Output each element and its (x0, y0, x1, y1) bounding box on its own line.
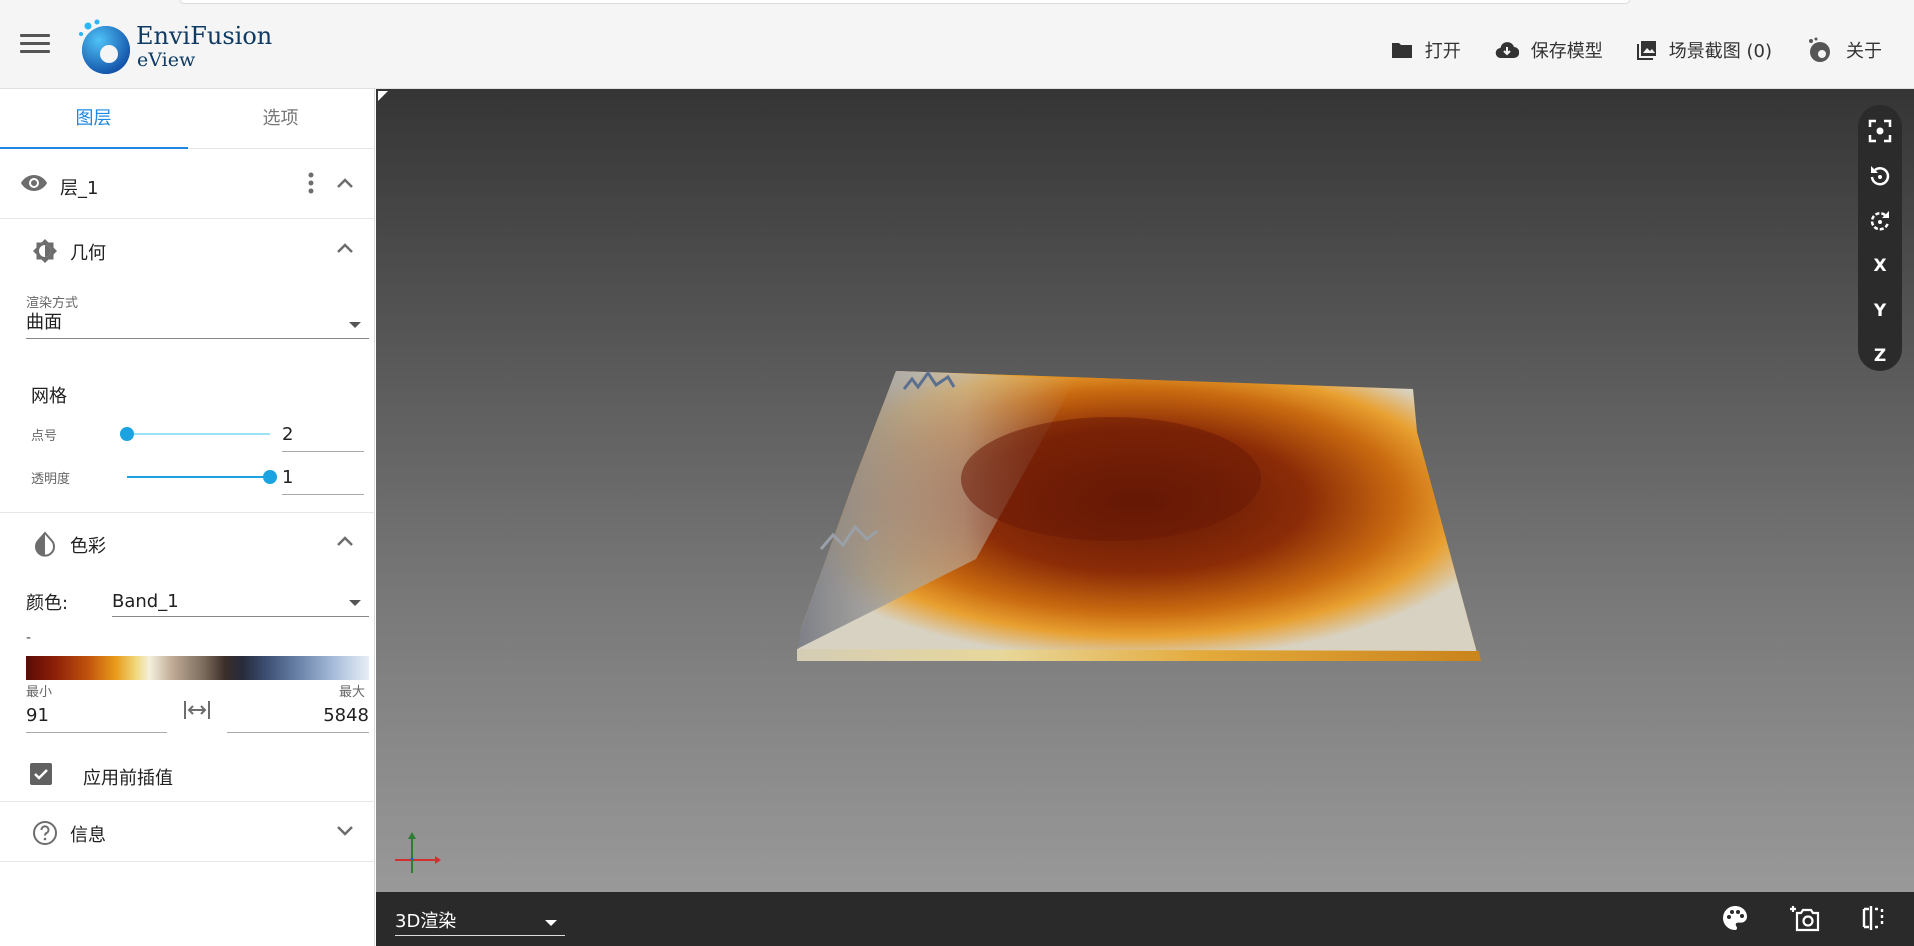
slider-thumb[interactable] (120, 427, 134, 441)
info-section-header[interactable]: 信息 (0, 802, 375, 862)
layer-name: 层_1 (60, 178, 99, 199)
fit-view-button[interactable] (1858, 111, 1902, 151)
point-size-input[interactable]: 2 (282, 424, 364, 452)
chevron-up-icon[interactable] (334, 173, 356, 193)
chevron-up-icon[interactable] (334, 238, 356, 258)
app-bar: EnviFusion eView 打开 保存模型 场景截图 (0) 关于 (0, 0, 1914, 89)
view-x-button[interactable]: X (1858, 246, 1902, 286)
eye-icon[interactable] (20, 173, 48, 193)
color-section-header[interactable]: 色彩 (0, 513, 375, 573)
envifusion-logo (79, 19, 130, 74)
dropdown-caret-icon (349, 600, 361, 606)
slider-thumb[interactable] (263, 470, 277, 484)
render-mode-value: 曲面 (26, 312, 62, 333)
view-toolbar: X Y Z (1858, 105, 1902, 371)
slider-track (127, 433, 270, 435)
info-title: 信息 (70, 825, 106, 846)
opacity-label: 透明度 (31, 472, 71, 487)
render-mode-select[interactable]: 曲面 (26, 307, 369, 339)
brightness-icon (33, 239, 57, 263)
axis-gizmo-icon (395, 832, 441, 873)
about-logo-icon (1809, 37, 1830, 62)
min-label: 最小 (26, 685, 53, 700)
about-label: 关于 (1846, 41, 1882, 62)
max-value-input[interactable]: 5848 (227, 705, 369, 733)
colormap-gradient[interactable] (26, 656, 369, 680)
section-divider (0, 861, 375, 862)
check-icon (34, 769, 48, 780)
open-label: 打开 (1424, 41, 1461, 62)
geometry-title: 几何 (70, 243, 106, 264)
apply-interpolation-label: 应用前插值 (83, 768, 173, 789)
opacity-slider[interactable] (127, 467, 277, 487)
save-model-label: 保存模型 (1530, 41, 1603, 62)
compare-split-icon[interactable] (1860, 904, 1886, 932)
rotate-left-button[interactable] (1858, 156, 1902, 196)
address-bar-edge (180, 0, 1630, 4)
color-band-label: 颜色: (26, 593, 69, 614)
brand-title: EnviFusion (136, 22, 273, 50)
min-value-input[interactable]: 91 (26, 705, 167, 733)
color-title: 色彩 (70, 536, 106, 557)
focus-frame-icon (1868, 119, 1892, 143)
unit-label: - (26, 630, 32, 646)
chevron-up-icon[interactable] (334, 531, 356, 551)
rotate-left-icon (1870, 166, 1890, 186)
dropdown-caret-icon (545, 920, 557, 926)
grid-title: 网格 (31, 386, 67, 407)
scene-screenshot-label: 场景截图 (0) (1668, 41, 1772, 62)
palette-icon[interactable] (1721, 904, 1749, 932)
swap-range-icon[interactable] (183, 699, 211, 721)
header-actions: 打开 保存模型 场景截图 (0) 关于 (1391, 28, 1882, 72)
render-mode-dropdown[interactable]: 3D渲染 (395, 906, 565, 936)
save-model-button[interactable]: 保存模型 (1495, 37, 1603, 63)
tab-layers[interactable]: 图层 (0, 89, 187, 148)
color-band-select[interactable]: Band_1 (112, 585, 369, 617)
rotate-right-button[interactable] (1858, 201, 1902, 241)
terrain-model (797, 370, 1481, 661)
point-size-label: 点号 (31, 429, 58, 444)
slider-fill (127, 476, 270, 478)
3d-viewport[interactable]: X Y Z (376, 89, 1914, 892)
view-z-button[interactable]: Z (1858, 336, 1902, 376)
render-mode-dropdown-value: 3D渲染 (395, 911, 457, 932)
view-y-button[interactable]: Y (1858, 291, 1902, 331)
open-button[interactable]: 打开 (1391, 37, 1461, 63)
scene-screenshot-button[interactable]: 场景截图 (0) (1636, 37, 1772, 63)
hamburger-menu-icon[interactable] (20, 34, 50, 56)
color-band-value: Band_1 (112, 591, 179, 612)
opacity-input[interactable]: 1 (282, 467, 364, 495)
apply-interpolation-checkbox[interactable] (30, 763, 52, 785)
dropdown-caret-icon (349, 322, 361, 328)
brand-name: EnviFusion eView (136, 22, 272, 70)
images-icon (1636, 41, 1656, 60)
geometry-section-header[interactable]: 几何 (0, 220, 375, 280)
panel-tabs: 图层 选项 (0, 89, 374, 149)
chevron-down-icon[interactable] (334, 820, 356, 840)
brand-subtitle: eView (137, 49, 196, 71)
tab-options[interactable]: 选项 (187, 89, 374, 148)
point-size-slider[interactable] (120, 424, 270, 444)
help-circle-icon (33, 821, 57, 845)
layer-panel: 图层 选项 层_1 几何 渲染方式 曲面 网格 点号 2 透明度 1 色彩 颜色… (0, 89, 375, 946)
rotate-right-icon (1870, 211, 1890, 231)
add-camera-icon[interactable] (1789, 904, 1821, 932)
viewport-bottom-bar: 3D渲染 (376, 892, 1914, 946)
more-vert-icon[interactable] (306, 171, 316, 195)
cloud-download-icon (1495, 42, 1519, 59)
color-drop-icon (35, 531, 55, 557)
about-button[interactable]: 关于 (1806, 37, 1882, 63)
max-label: 最大 (339, 685, 366, 700)
layer-row[interactable]: 层_1 (0, 149, 375, 219)
folder-icon (1391, 43, 1412, 58)
